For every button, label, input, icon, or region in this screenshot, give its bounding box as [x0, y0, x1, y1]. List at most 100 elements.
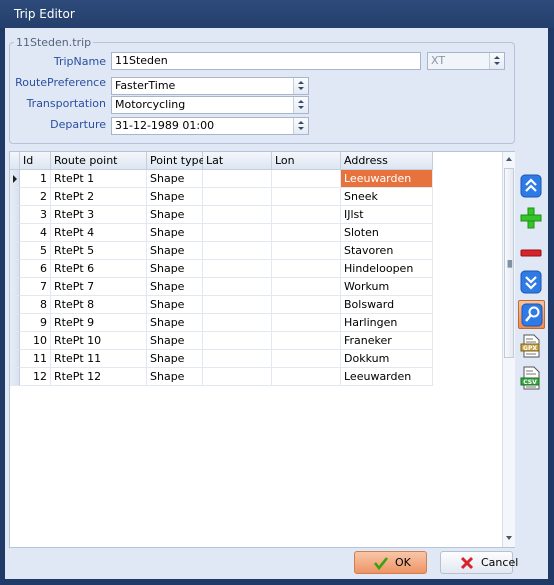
dropdown-arrows-icon[interactable]: [293, 97, 308, 113]
transportation-select[interactable]: Motorcycling: [111, 96, 309, 114]
row-indicator[interactable]: [10, 224, 20, 242]
table-row[interactable]: 8 RtePt 8 Shape Bolsward: [10, 296, 433, 314]
vertical-scrollbar[interactable]: ■ ■: [502, 152, 515, 547]
cell-lat[interactable]: [203, 242, 272, 260]
cell-address[interactable]: Sneek: [341, 188, 433, 206]
cell-id[interactable]: 7: [20, 278, 51, 296]
cell-route-point[interactable]: RtePt 6: [51, 260, 147, 278]
cell-lat[interactable]: [203, 170, 272, 188]
cell-lon[interactable]: [272, 368, 341, 386]
cell-route-point[interactable]: RtePt 5: [51, 242, 147, 260]
move-down-button[interactable]: [518, 268, 545, 297]
table-row[interactable]: 7 RtePt 7 Shape Workum: [10, 278, 433, 296]
row-indicator[interactable]: [10, 314, 20, 332]
cell-route-point[interactable]: RtePt 7: [51, 278, 147, 296]
cell-lon[interactable]: [272, 170, 341, 188]
ok-button[interactable]: OK: [354, 551, 427, 574]
scrollbar-thumb[interactable]: ■ ■: [504, 168, 514, 358]
cell-address[interactable]: Franeker: [341, 332, 433, 350]
cell-route-point[interactable]: RtePt 9: [51, 314, 147, 332]
scroll-down-arrow-icon[interactable]: [506, 536, 512, 540]
cell-point-type[interactable]: Shape: [147, 170, 203, 188]
cell-point-type[interactable]: Shape: [147, 350, 203, 368]
table-row[interactable]: 11 RtePt 11 Shape Dokkum: [10, 350, 433, 368]
cell-lat[interactable]: [203, 368, 272, 386]
cell-lon[interactable]: [272, 206, 341, 224]
cell-lon[interactable]: [272, 188, 341, 206]
row-indicator[interactable]: [10, 260, 20, 278]
table-row[interactable]: 3 RtePt 3 Shape IJlst: [10, 206, 433, 224]
cell-route-point[interactable]: RtePt 8: [51, 296, 147, 314]
cell-lon[interactable]: [272, 332, 341, 350]
cell-point-type[interactable]: Shape: [147, 242, 203, 260]
cell-lat[interactable]: [203, 314, 272, 332]
scroll-up-arrow-icon[interactable]: [506, 157, 512, 161]
column-header-address[interactable]: Address: [341, 152, 433, 170]
cell-address[interactable]: Dokkum: [341, 350, 433, 368]
cell-id[interactable]: 6: [20, 260, 51, 278]
column-header-lat[interactable]: Lat: [203, 152, 272, 170]
cancel-button[interactable]: Cancel: [440, 551, 518, 574]
cell-lat[interactable]: [203, 260, 272, 278]
cell-id[interactable]: 4: [20, 224, 51, 242]
cell-lat[interactable]: [203, 206, 272, 224]
table-row[interactable]: 4 RtePt 4 Shape Sloten: [10, 224, 433, 242]
cell-id[interactable]: 1: [20, 170, 51, 188]
cell-point-type[interactable]: Shape: [147, 314, 203, 332]
table-row[interactable]: 10 RtePt 10 Shape Franeker: [10, 332, 433, 350]
row-indicator[interactable]: [10, 242, 20, 260]
move-up-button[interactable]: [518, 172, 545, 201]
cell-lat[interactable]: [203, 224, 272, 242]
export-gpx-button[interactable]: GPX: [518, 332, 545, 361]
cell-lon[interactable]: [272, 296, 341, 314]
cell-point-type[interactable]: Shape: [147, 188, 203, 206]
cell-point-type[interactable]: Shape: [147, 206, 203, 224]
cell-address[interactable]: Leeuwarden: [341, 170, 433, 188]
cell-route-point[interactable]: RtePt 11: [51, 350, 147, 368]
cell-id[interactable]: 10: [20, 332, 51, 350]
cell-point-type[interactable]: Shape: [147, 224, 203, 242]
cell-lat[interactable]: [203, 278, 272, 296]
cell-address[interactable]: Leeuwarden: [341, 368, 433, 386]
cell-id[interactable]: 11: [20, 350, 51, 368]
cell-id[interactable]: 2: [20, 188, 51, 206]
column-header-route-point[interactable]: Route point: [51, 152, 147, 170]
cell-address[interactable]: Hindeloopen: [341, 260, 433, 278]
trip-type-spinner[interactable]: XT: [427, 52, 505, 70]
cell-address[interactable]: Harlingen: [341, 314, 433, 332]
row-indicator[interactable]: [10, 296, 20, 314]
table-row[interactable]: 2 RtePt 2 Shape Sneek: [10, 188, 433, 206]
cell-id[interactable]: 12: [20, 368, 51, 386]
cell-route-point[interactable]: RtePt 3: [51, 206, 147, 224]
cell-address[interactable]: Workum: [341, 278, 433, 296]
trip-name-input[interactable]: 11Steden: [111, 52, 421, 70]
column-header-lon[interactable]: Lon: [272, 152, 341, 170]
cell-id[interactable]: 8: [20, 296, 51, 314]
cell-route-point[interactable]: RtePt 1: [51, 170, 147, 188]
cell-lon[interactable]: [272, 260, 341, 278]
cell-lon[interactable]: [272, 224, 341, 242]
cell-lat[interactable]: [203, 296, 272, 314]
table-row[interactable]: 5 RtePt 5 Shape Stavoren: [10, 242, 433, 260]
column-header-id[interactable]: Id: [20, 152, 51, 170]
cell-address[interactable]: IJlst: [341, 206, 433, 224]
cell-point-type[interactable]: Shape: [147, 368, 203, 386]
add-route-point-button[interactable]: [518, 204, 545, 233]
cell-point-type[interactable]: Shape: [147, 296, 203, 314]
row-indicator[interactable]: [10, 188, 20, 206]
export-csv-button[interactable]: CSV: [518, 364, 545, 393]
cell-address[interactable]: Bolsward: [341, 296, 433, 314]
spin-arrows-icon[interactable]: [293, 118, 308, 134]
table-row[interactable]: 1 RtePt 1 Shape Leeuwarden: [10, 170, 433, 188]
title-bar[interactable]: Trip Editor: [0, 0, 554, 28]
table-row[interactable]: 6 RtePt 6 Shape Hindeloopen: [10, 260, 433, 278]
cell-point-type[interactable]: Shape: [147, 278, 203, 296]
cell-id[interactable]: 5: [20, 242, 51, 260]
cell-address[interactable]: Sloten: [341, 224, 433, 242]
cell-lon[interactable]: [272, 242, 341, 260]
table-row[interactable]: 9 RtePt 9 Shape Harlingen: [10, 314, 433, 332]
cell-point-type[interactable]: Shape: [147, 260, 203, 278]
cell-lat[interactable]: [203, 332, 272, 350]
row-indicator[interactable]: [10, 332, 20, 350]
cell-id[interactable]: 9: [20, 314, 51, 332]
